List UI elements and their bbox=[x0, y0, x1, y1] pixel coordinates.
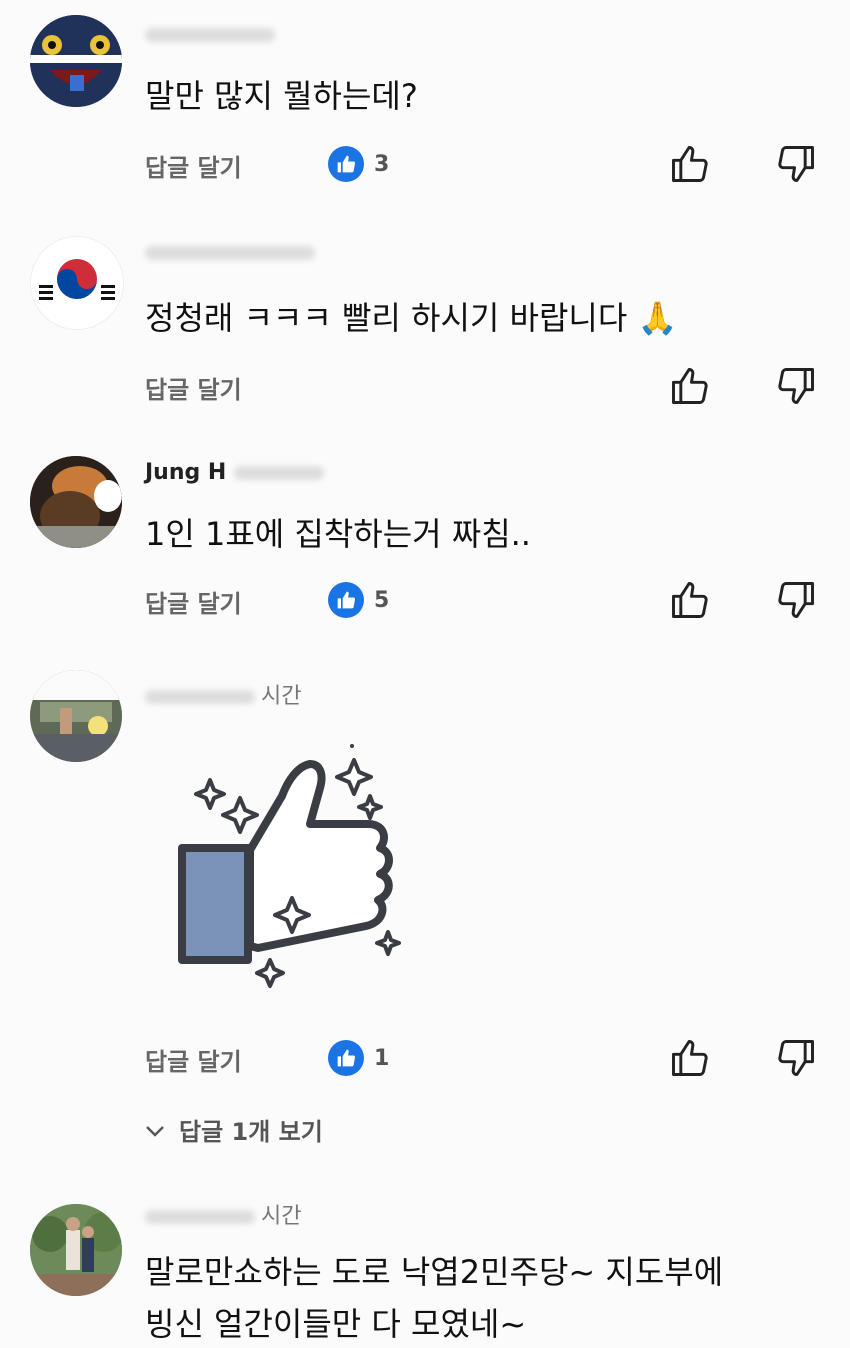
chevron-down-icon bbox=[145, 1116, 165, 1144]
like-count: 3 bbox=[374, 151, 390, 177]
avatar[interactable] bbox=[30, 456, 122, 548]
comment-text: 1인 1표에 집착하는거 짜침.. bbox=[145, 515, 531, 553]
reaction-count[interactable]: 3 bbox=[328, 144, 389, 184]
avatar[interactable] bbox=[30, 236, 124, 330]
comment-actions: 답글 달기 bbox=[0, 362, 850, 412]
facebook-like-badge-icon bbox=[328, 1040, 364, 1076]
thumbs-down-outline-icon[interactable] bbox=[774, 364, 818, 408]
reply-button[interactable]: 답글 달기 bbox=[145, 148, 242, 183]
comment-actions: 답글 달기 3 bbox=[0, 140, 850, 190]
avatar[interactable] bbox=[30, 15, 122, 107]
comment-author[interactable] bbox=[145, 22, 281, 47]
thumbs-down-outline-icon[interactable] bbox=[774, 578, 818, 622]
reply-button[interactable]: 답글 달기 bbox=[145, 370, 242, 405]
comment-author[interactable]: 시간 bbox=[145, 678, 301, 710]
comment-text-line: 말로만쇼하는 도로 낙엽2민주당~ 지도부에 bbox=[145, 1253, 724, 1291]
facebook-like-badge-icon bbox=[328, 582, 364, 618]
thumbs-up-outline-icon[interactable] bbox=[668, 578, 712, 622]
reaction-count[interactable]: 5 bbox=[328, 580, 389, 620]
avatar[interactable] bbox=[30, 670, 122, 762]
avatar[interactable] bbox=[30, 1204, 122, 1296]
thumbs-up-sparkle-sticker bbox=[178, 744, 401, 988]
thumbs-up-outline-icon[interactable] bbox=[668, 1036, 712, 1080]
reaction-count[interactable]: 1 bbox=[328, 1038, 389, 1078]
comment-actions: 답글 달기 1 bbox=[0, 1034, 850, 1084]
thumbs-down-outline-icon[interactable] bbox=[774, 142, 818, 186]
comment-author[interactable]: Jung H bbox=[145, 460, 330, 485]
comment-author[interactable]: 시간 bbox=[145, 1198, 301, 1230]
reply-button[interactable]: 답글 달기 bbox=[145, 584, 242, 619]
thumbs-down-outline-icon[interactable] bbox=[774, 1036, 818, 1080]
view-replies-button[interactable]: 답글 1개 보기 bbox=[145, 1112, 323, 1147]
comment-actions: 답글 달기 5 bbox=[0, 576, 850, 626]
reply-button[interactable]: 답글 달기 bbox=[145, 1042, 242, 1077]
comment-author[interactable] bbox=[145, 240, 321, 265]
facebook-like-badge-icon bbox=[328, 146, 364, 182]
view-replies-label: 답글 1개 보기 bbox=[179, 1118, 323, 1146]
like-count: 5 bbox=[374, 587, 390, 613]
comment-text: 말만 많지 뭘하는데? bbox=[145, 77, 418, 115]
comment-text-line: 빙신 얼간이들만 다 모였네~ bbox=[145, 1305, 527, 1343]
thumbs-up-outline-icon[interactable] bbox=[668, 142, 712, 186]
thumbs-up-outline-icon[interactable] bbox=[668, 364, 712, 408]
comment-text: 정청래 ㅋㅋㅋ 빨리 하시기 바랍니다 🙏 bbox=[145, 299, 678, 337]
like-count: 1 bbox=[374, 1045, 390, 1071]
